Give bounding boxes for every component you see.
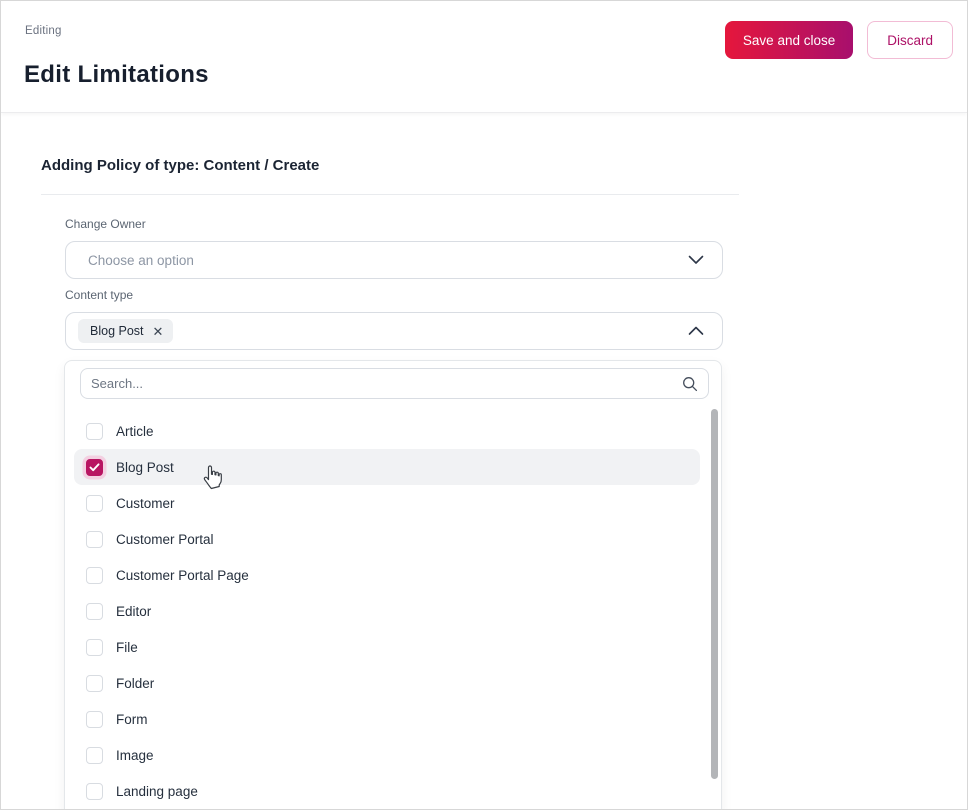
- change-owner-select[interactable]: Choose an option: [65, 241, 723, 279]
- chevron-up-icon: [688, 326, 704, 335]
- checkbox[interactable]: [86, 566, 103, 584]
- checkbox[interactable]: [86, 710, 103, 728]
- option-row[interactable]: Editor: [74, 593, 700, 629]
- checkbox[interactable]: [86, 782, 103, 800]
- save-and-close-button[interactable]: Save and close: [724, 21, 854, 59]
- option-label: Article: [116, 423, 154, 439]
- option-label: Image: [116, 747, 154, 763]
- search-box: [80, 368, 709, 399]
- option-row[interactable]: Folder: [74, 665, 700, 701]
- page-title: Edit Limitations: [24, 61, 209, 88]
- option-row[interactable]: Customer Portal: [74, 521, 700, 557]
- search-input[interactable]: [91, 376, 682, 391]
- section-title: Adding Policy of type: Content / Create: [41, 157, 320, 174]
- chevron-down-icon: [688, 255, 704, 264]
- section-divider: [41, 194, 739, 195]
- discard-button[interactable]: Discard: [867, 21, 953, 59]
- edit-limitations-page: Editing Edit Limitations Save and close …: [0, 0, 968, 810]
- option-label: File: [116, 639, 138, 655]
- remove-chip-icon[interactable]: ✕: [153, 325, 164, 338]
- checkbox[interactable]: [86, 530, 103, 548]
- checkbox[interactable]: [86, 638, 103, 656]
- checkbox[interactable]: [86, 602, 103, 620]
- option-label: Form: [116, 711, 148, 727]
- change-owner-placeholder: Choose an option: [88, 252, 194, 268]
- option-row[interactable]: Landing page: [74, 773, 700, 809]
- option-row[interactable]: Customer Portal Page: [74, 557, 700, 593]
- option-label: Customer Portal Page: [116, 567, 249, 583]
- content-type-dropdown-panel: Article Blog Post Customer Customer Port…: [64, 360, 722, 809]
- scrollbar-thumb[interactable]: [711, 409, 718, 779]
- option-row[interactable]: Form: [74, 701, 700, 737]
- option-row[interactable]: Blog Post: [74, 449, 700, 485]
- option-label: Customer Portal: [116, 531, 214, 547]
- checkbox[interactable]: [86, 494, 103, 512]
- checkmark-icon: [89, 462, 100, 471]
- checkbox[interactable]: [86, 458, 103, 476]
- checkbox[interactable]: [86, 422, 103, 440]
- search-icon: [683, 376, 698, 391]
- option-row[interactable]: Image: [74, 737, 700, 773]
- options-list: Article Blog Post Customer Customer Port…: [65, 413, 721, 809]
- checkbox[interactable]: [86, 746, 103, 764]
- option-label: Blog Post: [116, 459, 174, 475]
- selected-chip-blog-post: Blog Post ✕: [78, 319, 174, 343]
- option-row[interactable]: File: [74, 629, 700, 665]
- chip-label: Blog Post: [90, 324, 144, 338]
- page-header: Editing Edit Limitations Save and close …: [1, 1, 967, 113]
- option-label: Folder: [116, 675, 155, 691]
- editing-status-label: Editing: [25, 25, 62, 37]
- change-owner-label: Change Owner: [65, 217, 146, 231]
- content-type-label: Content type: [65, 288, 134, 302]
- option-label: Customer: [116, 495, 175, 511]
- header-actions: Save and close Discard: [724, 21, 953, 59]
- checkbox[interactable]: [86, 674, 103, 692]
- option-row[interactable]: Article: [74, 413, 700, 449]
- content-type-select[interactable]: Blog Post ✕: [65, 312, 723, 350]
- option-label: Landing page: [116, 783, 198, 799]
- option-row[interactable]: Customer: [74, 485, 700, 521]
- option-label: Editor: [116, 603, 152, 619]
